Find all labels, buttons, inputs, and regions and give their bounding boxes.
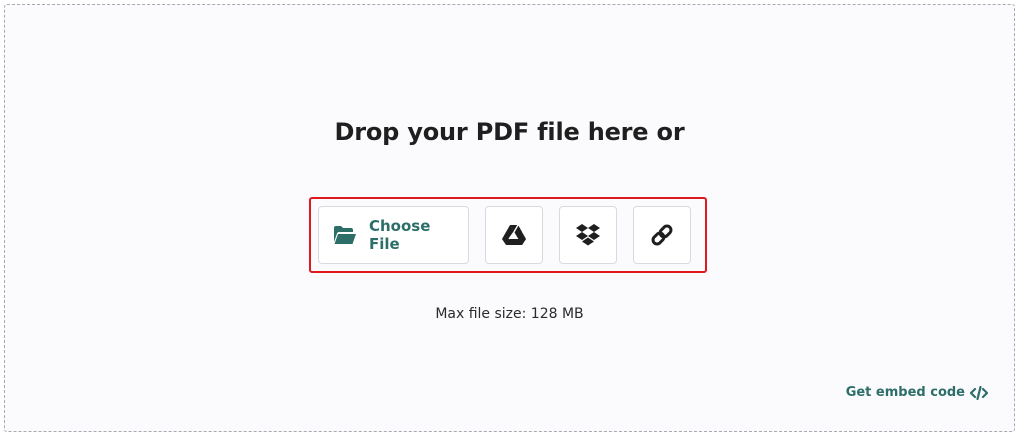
- google-drive-button[interactable]: [485, 206, 543, 264]
- embed-label: Get embed code: [845, 385, 965, 400]
- max-file-size-text: Max file size: 128 MB: [435, 306, 584, 322]
- google-drive-icon: [501, 224, 527, 246]
- choose-file-button[interactable]: Choose File: [318, 206, 469, 264]
- dropbox-button[interactable]: [559, 206, 617, 264]
- code-icon: [970, 385, 988, 400]
- choose-file-label: Choose File: [369, 217, 431, 253]
- dropbox-icon: [575, 223, 601, 247]
- get-embed-code-link[interactable]: Get embed code: [846, 385, 988, 400]
- folder-open-icon: [333, 225, 357, 245]
- link-icon: [649, 222, 675, 248]
- url-link-button[interactable]: [633, 206, 691, 264]
- dropzone-title: Drop your PDF file here or: [334, 118, 685, 146]
